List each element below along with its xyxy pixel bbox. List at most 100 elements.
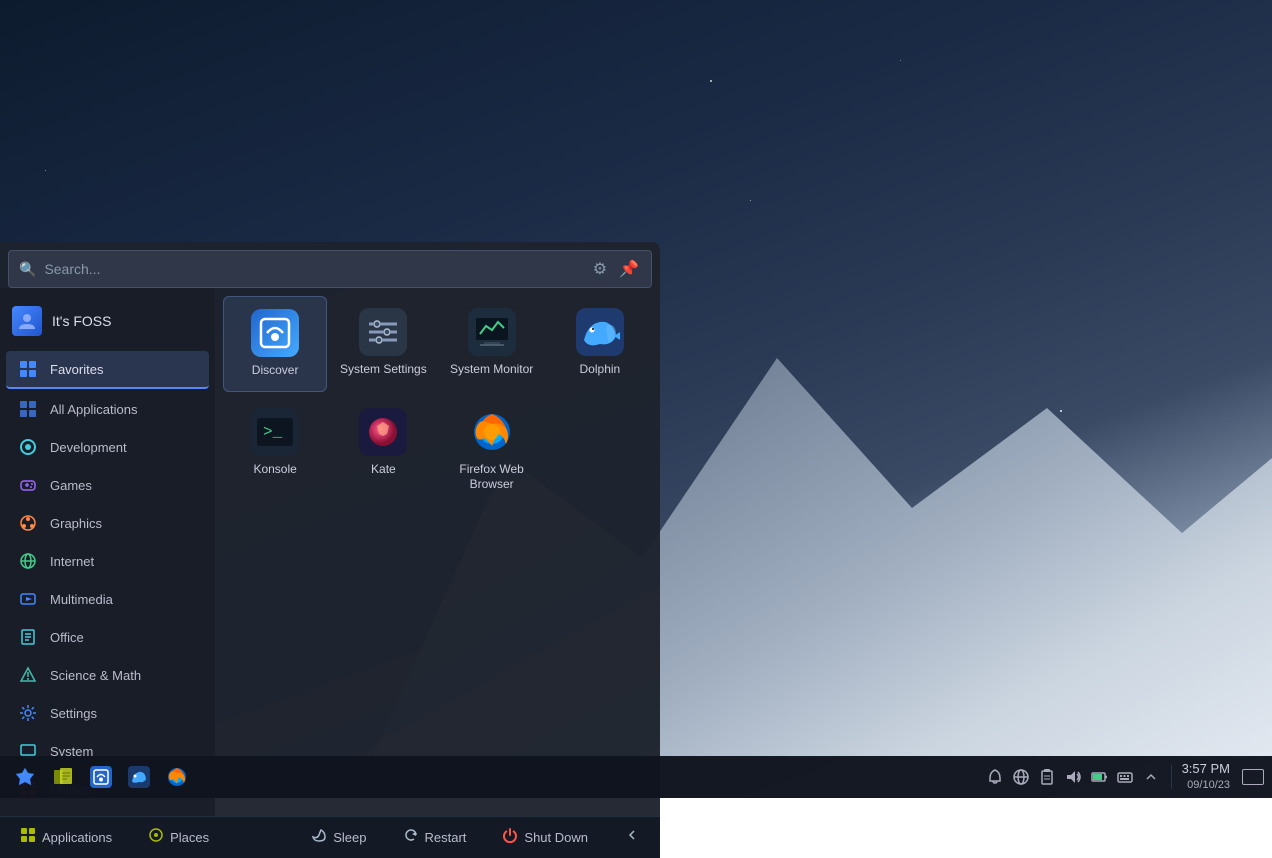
clock-date: 09/10/23: [1182, 778, 1230, 793]
taskbar-dolphin-icon[interactable]: [122, 760, 156, 794]
favorites-icon: [18, 359, 38, 379]
multimedia-icon: [18, 589, 38, 609]
restart-icon: [403, 827, 419, 848]
sidebar-item-science[interactable]: Science & Math: [6, 657, 209, 693]
taskbar-right: 3:57 PM 09/10/23: [985, 760, 1264, 794]
app-discover[interactable]: Discover: [223, 296, 327, 392]
system-monitor-app-icon: [468, 308, 516, 356]
sidebar-item-all-apps-label: All Applications: [50, 402, 137, 417]
sidebar-item-all-apps[interactable]: All Applications: [6, 391, 209, 427]
sidebar-item-internet[interactable]: Internet: [6, 543, 209, 579]
restart-button[interactable]: Restart: [395, 823, 475, 852]
more-button[interactable]: [616, 823, 648, 852]
places-icon: [148, 827, 164, 848]
battery-tray-icon[interactable]: [1089, 767, 1109, 787]
dolphin-app-label: Dolphin: [580, 362, 621, 378]
sidebar-item-office-label: Office: [50, 630, 84, 645]
sleep-icon: [311, 827, 327, 848]
sidebar-item-favorites[interactable]: Favorites: [6, 351, 209, 389]
sidebar-item-games-label: Games: [50, 478, 92, 493]
development-icon: [18, 437, 38, 457]
sidebar-item-games[interactable]: Games: [6, 467, 209, 503]
chevron-up-tray-icon[interactable]: [1141, 767, 1161, 787]
science-icon: [18, 665, 38, 685]
clock-display[interactable]: 3:57 PM 09/10/23: [1182, 760, 1230, 794]
taskbar-divider: [1171, 765, 1172, 789]
svg-text:>_: >_: [263, 423, 283, 441]
user-avatar: [12, 306, 42, 336]
kate-app-label: Kate: [371, 462, 396, 478]
search-input[interactable]: [44, 261, 590, 277]
user-name: It's FOSS: [52, 313, 111, 329]
graphics-icon: [18, 513, 38, 533]
shutdown-icon: [502, 827, 518, 848]
sidebar-item-development[interactable]: Development: [6, 429, 209, 465]
taskbar-menu-icon[interactable]: [8, 760, 42, 794]
sidebar: It's FOSS Favorites: [0, 288, 215, 816]
search-bar: 🔍 ⚙ 📌: [8, 250, 652, 288]
sidebar-item-office[interactable]: Office: [6, 619, 209, 655]
konsole-app-icon: >_: [251, 408, 299, 456]
shutdown-button[interactable]: Shut Down: [494, 823, 596, 852]
firefox-app-icon: [468, 408, 516, 456]
applications-button-label: Applications: [42, 830, 112, 845]
app-dolphin[interactable]: Dolphin: [548, 296, 652, 392]
network-tray-icon[interactable]: [1011, 767, 1031, 787]
kate-app-icon: [359, 408, 407, 456]
sidebar-item-development-label: Development: [50, 440, 127, 455]
taskbar-discover-icon[interactable]: [84, 760, 118, 794]
konsole-app-label: Konsole: [253, 462, 296, 478]
search-icon: 🔍: [19, 261, 36, 278]
discover-app-label: Discover: [252, 363, 299, 379]
sidebar-item-graphics[interactable]: Graphics: [6, 505, 209, 541]
app-firefox[interactable]: Firefox Web Browser: [440, 396, 544, 505]
taskbar-files-icon[interactable]: [46, 760, 80, 794]
sidebar-item-multimedia-label: Multimedia: [50, 592, 113, 607]
user-header[interactable]: It's FOSS: [0, 296, 215, 350]
filter-button[interactable]: ⚙: [591, 257, 609, 281]
applications-icon: [20, 827, 36, 848]
system-monitor-app-label: System Monitor: [450, 362, 533, 378]
sidebar-item-settings-label: Settings: [50, 706, 97, 721]
applications-button[interactable]: Applications: [12, 823, 120, 852]
app-kate[interactable]: Kate: [331, 396, 435, 505]
apps-grid: Discover: [215, 288, 660, 816]
launcher-bottom: Applications Places Sleep: [0, 816, 660, 858]
firefox-app-label: Firefox Web Browser: [448, 462, 536, 493]
sidebar-item-graphics-label: Graphics: [50, 516, 102, 531]
launcher-body: It's FOSS Favorites: [0, 288, 660, 816]
sidebar-item-favorites-label: Favorites: [50, 362, 103, 377]
system-settings-app-icon: [359, 308, 407, 356]
taskbar-firefox-icon[interactable]: [160, 760, 194, 794]
settings-sidebar-icon: [18, 703, 38, 723]
sleep-button[interactable]: Sleep: [303, 823, 374, 852]
places-button[interactable]: Places: [140, 823, 217, 852]
app-system-monitor[interactable]: System Monitor: [440, 296, 544, 392]
pin-button[interactable]: 📌: [617, 257, 641, 281]
clipboard-tray-icon[interactable]: [1037, 767, 1057, 787]
screen-icon[interactable]: [1242, 769, 1264, 785]
shutdown-button-label: Shut Down: [524, 830, 588, 845]
places-button-label: Places: [170, 830, 209, 845]
discover-app-icon: [251, 309, 299, 357]
taskbar: 3:57 PM 09/10/23: [0, 756, 1272, 798]
volume-tray-icon[interactable]: [1063, 767, 1083, 787]
sleep-button-label: Sleep: [333, 830, 366, 845]
restart-button-label: Restart: [425, 830, 467, 845]
keyboard-tray-icon[interactable]: [1115, 767, 1135, 787]
app-system-settings[interactable]: System Settings: [331, 296, 435, 392]
internet-icon: [18, 551, 38, 571]
sidebar-item-settings[interactable]: Settings: [6, 695, 209, 731]
clock-time: 3:57 PM: [1182, 760, 1230, 778]
app-konsole[interactable]: >_ Konsole: [223, 396, 327, 505]
more-icon: [624, 827, 640, 848]
dolphin-app-icon: [576, 308, 624, 356]
notifications-tray-icon[interactable]: [985, 767, 1005, 787]
games-icon: [18, 475, 38, 495]
sidebar-item-multimedia[interactable]: Multimedia: [6, 581, 209, 617]
system-settings-app-label: System Settings: [340, 362, 427, 378]
sidebar-item-science-label: Science & Math: [50, 668, 141, 683]
taskbar-left: [8, 760, 985, 794]
all-apps-icon: [18, 399, 38, 419]
office-icon: [18, 627, 38, 647]
